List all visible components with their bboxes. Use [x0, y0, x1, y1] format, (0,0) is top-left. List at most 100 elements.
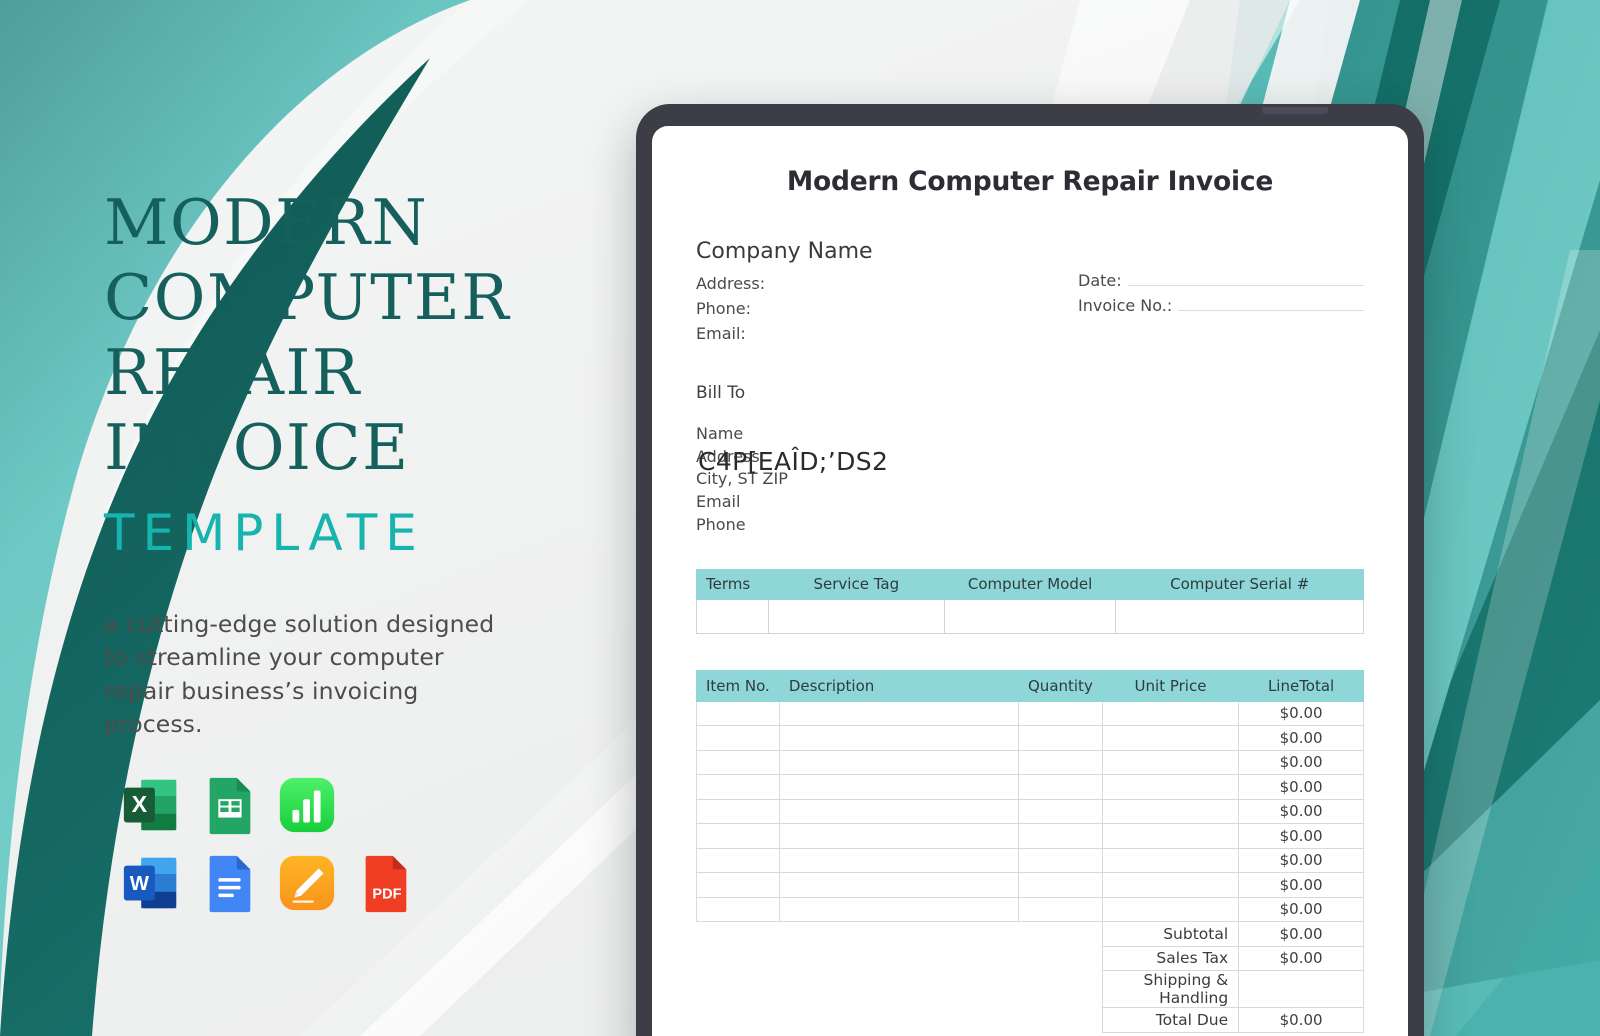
table-row[interactable]: $0.00 — [696, 774, 1364, 800]
table-row[interactable] — [696, 598, 1364, 634]
cell-description[interactable] — [778, 749, 1020, 776]
apple-numbers-icon[interactable] — [268, 766, 346, 844]
bill-to-heading: Bill To — [696, 383, 746, 403]
google-sheets-glyph — [209, 777, 251, 835]
cell-line-total: $0.00 — [1238, 700, 1364, 727]
invoice-number-input[interactable] — [1178, 310, 1364, 311]
tablet-power-button[interactable] — [1262, 107, 1328, 114]
items-table-header-row: Item No. Description Quantity Unit Price… — [696, 669, 1364, 702]
invoice-date-label: Date: — [1078, 271, 1122, 290]
google-sheets-icon[interactable] — [190, 766, 268, 844]
service-cell-service-tag[interactable] — [767, 598, 945, 634]
cell-line-total: $0.00 — [1238, 798, 1364, 825]
bill-to-fields: Name Address City, ST ZIP Email Phone C4… — [696, 423, 1364, 537]
table-row[interactable]: $0.00 — [696, 749, 1364, 776]
cell-description[interactable] — [778, 847, 1020, 874]
cell-item-no[interactable] — [696, 872, 780, 898]
table-row[interactable]: $0.00 — [696, 700, 1364, 727]
cell-quantity[interactable] — [1018, 725, 1103, 751]
cell-item-no[interactable] — [696, 700, 780, 727]
title-line-4: INVOICE — [104, 410, 410, 484]
company-email-label: Email: — [696, 323, 746, 343]
apple-pages-glyph — [279, 855, 335, 911]
subtotal-label: Subtotal — [1101, 921, 1240, 947]
items-col-quantity: Quantity — [1018, 669, 1103, 702]
table-row[interactable]: $0.00 — [696, 896, 1364, 923]
microsoft-word-glyph: W — [123, 857, 177, 909]
cell-quantity[interactable] — [1018, 749, 1103, 776]
apple-pages-icon[interactable] — [268, 844, 346, 922]
invoice-date-row: Date: — [1078, 265, 1364, 290]
table-row[interactable]: $0.00 — [696, 847, 1364, 874]
invoice-number-label: Invoice No.: — [1078, 296, 1173, 315]
cell-line-total: $0.00 — [1238, 896, 1364, 923]
items-col-item-no: Item No. — [696, 669, 780, 702]
subtotal-value: $0.00 — [1238, 921, 1364, 947]
cell-unit-price[interactable] — [1101, 700, 1240, 727]
cell-item-no[interactable] — [696, 896, 780, 923]
table-row[interactable]: $0.00 — [696, 725, 1364, 751]
shipping-handling-value[interactable] — [1238, 970, 1364, 1009]
cell-item-no[interactable] — [696, 823, 780, 849]
cell-item-no[interactable] — [696, 749, 780, 776]
company-name-label: Company Name — [696, 239, 873, 264]
cell-quantity[interactable] — [1018, 700, 1103, 727]
cell-line-total: $0.00 — [1238, 872, 1364, 898]
cell-item-no[interactable] — [696, 847, 780, 874]
service-cell-computer-serial[interactable] — [1115, 598, 1364, 634]
cell-quantity[interactable] — [1018, 823, 1103, 849]
invoice-date-input[interactable] — [1127, 285, 1364, 286]
service-cell-computer-model[interactable] — [943, 598, 1117, 634]
cell-unit-price[interactable] — [1101, 749, 1240, 776]
cell-line-total: $0.00 — [1238, 774, 1364, 800]
cell-quantity[interactable] — [1018, 847, 1103, 874]
invoice-title: Modern Computer Repair Invoice — [786, 166, 1274, 197]
totals-spacer — [697, 1008, 780, 1033]
cell-quantity[interactable] — [1018, 798, 1103, 825]
microsoft-excel-glyph: X — [123, 779, 177, 831]
page-title: MODERN COMPUTER REPAIR INVOICE — [104, 186, 624, 486]
cell-item-no[interactable] — [696, 774, 780, 800]
cell-unit-price[interactable] — [1101, 872, 1240, 898]
table-row[interactable]: $0.00 — [696, 872, 1364, 898]
totals-spacer — [1019, 946, 1103, 971]
cell-description[interactable] — [778, 872, 1020, 898]
cell-description[interactable] — [778, 896, 1020, 923]
microsoft-excel-icon[interactable]: X — [112, 766, 190, 844]
cell-description[interactable] — [778, 725, 1020, 751]
apple-numbers-glyph — [279, 777, 335, 833]
cell-quantity[interactable] — [1018, 872, 1103, 898]
cell-item-no[interactable] — [696, 798, 780, 825]
service-table-header-row: Terms Service Tag Computer Model Compute… — [696, 568, 1364, 600]
cell-item-no[interactable] — [696, 725, 780, 751]
totals-spacer — [697, 946, 780, 971]
totals-row-shipping: Shipping & Handling — [697, 970, 1364, 1009]
table-row[interactable]: $0.00 — [696, 823, 1364, 849]
cell-description[interactable] — [778, 774, 1020, 800]
cell-unit-price[interactable] — [1101, 847, 1240, 874]
totals-spacer — [1019, 922, 1103, 947]
cell-description[interactable] — [778, 823, 1020, 849]
cell-description[interactable] — [778, 700, 1020, 727]
cell-unit-price[interactable] — [1101, 725, 1240, 751]
cell-quantity[interactable] — [1018, 774, 1103, 800]
table-row[interactable]: $0.00 — [696, 798, 1364, 825]
microsoft-word-icon[interactable]: W — [112, 844, 190, 922]
cell-unit-price[interactable] — [1101, 823, 1240, 849]
totals-spacer — [779, 922, 1018, 947]
promo-description: a cutting-edge solution designed to stre… — [104, 609, 495, 738]
tablet-screen: Modern Computer Repair Invoice Company N… — [652, 126, 1408, 1036]
google-docs-icon[interactable] — [190, 844, 268, 922]
totals-spacer — [1019, 1008, 1103, 1033]
cell-unit-price[interactable] — [1101, 798, 1240, 825]
cell-quantity[interactable] — [1018, 896, 1103, 923]
service-col-computer-model: Computer Model — [943, 568, 1117, 600]
cell-line-total: $0.00 — [1238, 847, 1364, 874]
service-cell-terms[interactable] — [696, 598, 769, 634]
cell-unit-price[interactable] — [1101, 896, 1240, 923]
shipping-handling-label: Shipping & Handling — [1101, 970, 1240, 1009]
cell-description[interactable] — [778, 798, 1020, 825]
cell-unit-price[interactable] — [1101, 774, 1240, 800]
cell-line-total: $0.00 — [1238, 749, 1364, 776]
pdf-icon[interactable]: PDF — [346, 844, 424, 922]
